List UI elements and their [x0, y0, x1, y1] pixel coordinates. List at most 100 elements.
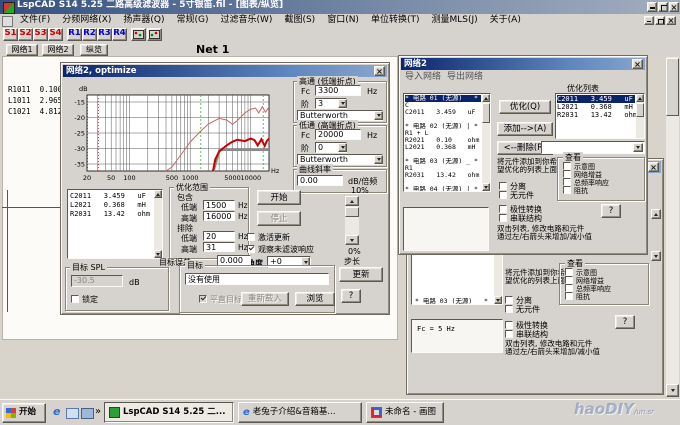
- menu-measure-mls[interactable]: 测量MLS(J): [425, 14, 483, 27]
- menu-driver[interactable]: 扬声器(Q): [117, 14, 170, 27]
- add-button[interactable]: 添加-->(A): [497, 122, 553, 136]
- dropdown-arrow-icon[interactable]: [338, 99, 347, 108]
- view-impedance-checkbox[interactable]: 阻抗: [563, 186, 588, 196]
- activate-update-checkbox[interactable]: 激活更新: [247, 232, 290, 243]
- scrollbar[interactable]: [154, 190, 162, 258]
- list-item[interactable]: * 电路 03 (无源) _ *: [405, 158, 490, 165]
- step-scrollbar[interactable]: [345, 196, 359, 245]
- help-button[interactable]: ?: [615, 315, 635, 329]
- menu-import-network[interactable]: 导入网络: [405, 72, 441, 82]
- component-combobox[interactable]: [541, 141, 645, 154]
- dropdown-arrow-icon[interactable]: [651, 251, 661, 261]
- list-item[interactable]: R2031 13.42 ohm: [405, 172, 490, 179]
- scrollbar-thumb[interactable]: [666, 58, 679, 116]
- list-item[interactable]: L2021 0.368 mH: [70, 201, 162, 210]
- desktop-quicklaunch-icon[interactable]: [81, 408, 94, 419]
- menu-unit-convert[interactable]: 单位转换(T): [365, 14, 426, 27]
- scroll-down-icon[interactable]: [666, 384, 679, 397]
- close-button[interactable]: ×: [669, 2, 679, 12]
- lowpass-fc-input[interactable]: 20000: [315, 129, 361, 140]
- series-structure-checkbox[interactable]: 串联结构: [499, 213, 542, 224]
- scroll-down-icon[interactable]: [482, 183, 490, 191]
- optimize-close-button[interactable]: ×: [374, 66, 385, 76]
- scroll-up-icon[interactable]: [651, 209, 661, 219]
- list-item[interactable]: R1 + L: [405, 130, 490, 137]
- scrollbar[interactable]: [482, 94, 490, 191]
- task-paint[interactable]: 未命名 - 画图: [366, 402, 444, 423]
- circuit-list[interactable]: * 电路 01 (无源) * C C2011 3.459 uF * 电路 02 …: [403, 93, 491, 192]
- scroll-down-icon[interactable]: [345, 235, 359, 245]
- dropdown-arrow-icon[interactable]: [374, 155, 383, 164]
- help-button[interactable]: ?: [601, 204, 621, 218]
- menu-general[interactable]: 常规(G): [171, 14, 215, 27]
- network2-close-button[interactable]: ×: [632, 59, 643, 69]
- main-scrollbar[interactable]: [666, 57, 679, 397]
- list-item[interactable]: C2011 3.459 uF: [557, 95, 635, 103]
- browse-button[interactable]: 浏览: [295, 292, 335, 306]
- scrollbar-thumb[interactable]: [636, 103, 644, 117]
- toolbar-r2-button[interactable]: R2: [82, 28, 97, 41]
- no-component-checkbox[interactable]: 无元件: [505, 304, 540, 315]
- task-lspcad[interactable]: LspCAD S14 5.25 二...: [104, 402, 234, 423]
- exclude-low-input[interactable]: 20: [203, 231, 235, 241]
- toolbar-s2-button[interactable]: S2: [18, 28, 33, 41]
- toolbar-s4-button[interactable]: S4: [48, 28, 63, 41]
- list-item[interactable]: C2011 3.459 uF: [405, 109, 490, 116]
- scroll-up-icon[interactable]: [154, 190, 162, 198]
- list-item[interactable]: [405, 151, 490, 158]
- highpass-fc-input[interactable]: 3300: [315, 85, 361, 96]
- quicklaunch-more-icon[interactable]: »: [95, 406, 101, 418]
- list-item[interactable]: R2031 13.42 ohm: [70, 210, 162, 219]
- toolbar-r3-button[interactable]: R3: [97, 28, 112, 41]
- view-impedance-checkbox[interactable]: 阻抗: [565, 292, 590, 302]
- slope-input[interactable]: 0.00: [297, 175, 343, 186]
- maximize-button[interactable]: [658, 2, 668, 12]
- observe-unfiltered-checkbox[interactable]: 观察未滤波响应: [247, 244, 314, 255]
- help-button[interactable]: ?: [341, 289, 361, 303]
- exclude-high-input[interactable]: 31: [203, 242, 235, 252]
- scrollbar[interactable]: [636, 94, 644, 138]
- network-view-2-button[interactable]: [147, 28, 162, 41]
- start-button[interactable]: 开始: [257, 190, 301, 205]
- mdi-minimize-button[interactable]: [644, 16, 654, 25]
- mdi-close-button[interactable]: ×: [666, 16, 676, 25]
- list-item[interactable]: C: [405, 102, 490, 109]
- target-file-input[interactable]: 没有使用: [185, 273, 329, 285]
- include-low-input[interactable]: 1500: [203, 200, 235, 210]
- optimize-button[interactable]: 优化(Q): [499, 100, 551, 114]
- list-item[interactable]: L2021 0.368 mH: [557, 103, 644, 111]
- scroll-down-icon[interactable]: [154, 250, 162, 258]
- list-item[interactable]: * 电路 01 (无源) *: [405, 95, 481, 102]
- list-item[interactable]: * 电路 03 (无源) _ *: [415, 298, 488, 305]
- menu-crossover[interactable]: 分频网络(X): [56, 14, 117, 27]
- list-item[interactable]: [405, 179, 490, 186]
- scrollbar-thumb[interactable]: [345, 207, 359, 217]
- scrollbar-thumb[interactable]: [482, 103, 490, 123]
- scroll-up-icon[interactable]: [345, 196, 359, 206]
- list-item[interactable]: R1: [405, 165, 490, 172]
- network-back-close-button[interactable]: ×: [648, 162, 659, 172]
- toolbar-r4-button[interactable]: R4: [112, 28, 127, 41]
- dropdown-arrow-icon[interactable]: [374, 111, 383, 120]
- dropdown-arrow-icon[interactable]: [338, 143, 347, 152]
- scroll-down-icon[interactable]: [494, 296, 502, 304]
- scroll-up-icon[interactable]: [482, 94, 490, 102]
- minimize-button[interactable]: [647, 2, 657, 12]
- list-item[interactable]: R2031 13.42 ohm: [557, 111, 644, 119]
- mdi-restore-button[interactable]: [655, 16, 665, 25]
- menu-window[interactable]: 窗口(N): [321, 14, 365, 27]
- mail-quicklaunch-icon[interactable]: [66, 408, 79, 419]
- list-item[interactable]: * 电路 02 (无源) | *: [405, 123, 490, 130]
- list-item[interactable]: C2011 3.459 uF: [70, 192, 162, 201]
- list-item[interactable]: L2021 0.368 mH: [405, 144, 490, 151]
- tab-overview[interactable]: 纵览: [80, 44, 108, 56]
- tab-network1[interactable]: 网络1: [6, 44, 38, 56]
- menu-filter-music[interactable]: 过滤音乐(W): [215, 14, 279, 27]
- dropdown-arrow-icon[interactable]: [633, 143, 643, 152]
- start-button[interactable]: 开始: [2, 403, 46, 423]
- scroll-up-icon[interactable]: [636, 94, 644, 102]
- toolbar-s3-button[interactable]: S3: [33, 28, 48, 41]
- lock-checkbox[interactable]: 锁定: [71, 294, 98, 305]
- network-view-1-button[interactable]: [131, 28, 146, 41]
- optimize-component-list[interactable]: C2011 3.459 uF L2021 0.368 mH R2031 13.4…: [67, 189, 163, 259]
